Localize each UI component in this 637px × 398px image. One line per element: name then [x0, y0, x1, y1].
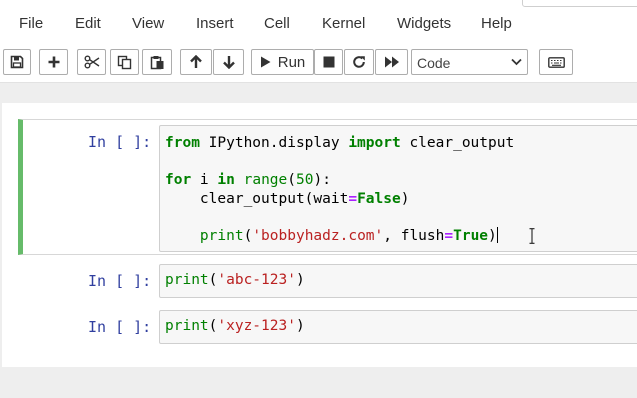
code-token: False	[357, 190, 401, 207]
plus-icon	[48, 56, 59, 68]
command-palette-button[interactable]	[539, 49, 573, 75]
move-cell-down-button[interactable]	[213, 49, 244, 75]
code-token: in	[217, 172, 235, 188]
code-text: from IPython.display import clear_output…	[165, 134, 514, 245]
run-label: Run	[277, 53, 306, 71]
save-icon	[10, 55, 24, 69]
fast-forward-icon	[384, 56, 399, 68]
code-token: =	[444, 227, 454, 244]
code-token: 'xyz-123'	[217, 318, 296, 334]
restart-icon	[353, 56, 365, 68]
code-token: , flush	[383, 227, 445, 244]
restart-run-all-button[interactable]	[375, 49, 408, 75]
code-token: clear_output	[400, 135, 515, 151]
play-icon	[260, 56, 271, 68]
notebook-container: In [ ]: from IPython.display import clea…	[2, 103, 637, 367]
run-button[interactable]: Run	[251, 49, 314, 75]
input-prompt: In [ ]:	[88, 318, 152, 336]
menu-widgets[interactable]: Widgets	[397, 15, 451, 32]
menu-help[interactable]: Help	[481, 15, 512, 32]
menu-file[interactable]: File	[19, 15, 43, 32]
code-token: print	[199, 227, 244, 244]
code-token: ):	[313, 172, 331, 188]
code-token: )	[400, 190, 410, 207]
code-token: clear_output(wait	[165, 190, 349, 207]
menu-edit[interactable]: Edit	[75, 15, 101, 32]
code-token: print	[165, 318, 209, 334]
stop-icon	[323, 56, 334, 68]
insert-cell-button[interactable]	[39, 49, 68, 75]
save-button[interactable]	[3, 49, 31, 75]
interrupt-kernel-button[interactable]	[314, 49, 343, 75]
input-prompt: In [ ]:	[88, 133, 152, 151]
paste-icon	[150, 55, 163, 69]
code-token: )	[295, 272, 305, 288]
code-token: )	[295, 318, 305, 334]
code-token: =	[348, 190, 358, 207]
copy-button[interactable]	[110, 49, 139, 75]
code-editor[interactable]: from IPython.display import clear_output…	[159, 125, 637, 252]
code-token: range	[243, 172, 288, 188]
code-cell-2[interactable]: In [ ]: print('abc-123')	[23, 262, 637, 302]
scissors-icon	[84, 55, 99, 69]
menu-kernel[interactable]: Kernel	[322, 15, 365, 32]
restart-kernel-button[interactable]	[344, 49, 374, 75]
code-token: 50	[296, 172, 314, 188]
code-editor[interactable]: print('xyz-123')	[159, 310, 637, 344]
code-editor[interactable]: print('abc-123')	[159, 264, 637, 298]
keyboard-icon	[547, 56, 565, 68]
code-cell-1[interactable]: In [ ]: from IPython.display import clea…	[18, 119, 637, 255]
toolbar: Run	[0, 47, 637, 81]
code-token: )	[488, 227, 497, 244]
code-token: (	[243, 227, 253, 244]
code-token: (	[287, 172, 296, 188]
input-prompt: In [ ]:	[88, 272, 152, 290]
copy-icon	[117, 55, 132, 69]
cut-button[interactable]	[77, 49, 106, 75]
code-token: i	[191, 172, 218, 188]
cell-type-value: Code	[417, 55, 451, 71]
code-token: from	[165, 135, 200, 151]
notebook-header: File Edit View Insert Cell Kernel Widget…	[0, 0, 637, 83]
menu-insert[interactable]: Insert	[196, 15, 234, 32]
code-text: print('abc-123')	[165, 271, 305, 290]
code-token: True	[453, 227, 489, 244]
arrow-up-icon	[190, 55, 202, 68]
code-token: for	[165, 172, 192, 188]
menu-view[interactable]: View	[132, 15, 164, 32]
code-cell-3[interactable]: In [ ]: print('xyz-123')	[23, 308, 637, 348]
code-token: print	[165, 272, 209, 288]
code-token: IPython.display	[199, 135, 349, 151]
arrow-down-icon	[222, 56, 235, 69]
menu-cell[interactable]: Cell	[264, 15, 290, 32]
code-text: print('xyz-123')	[165, 317, 305, 336]
code-token: import	[348, 135, 401, 151]
menubar: File Edit View Insert Cell Kernel Widget…	[0, 0, 637, 46]
code-token: 'abc-123'	[217, 272, 296, 288]
paste-button[interactable]	[142, 49, 172, 75]
text-cursor-icon	[529, 228, 535, 244]
chevron-down-icon	[511, 58, 522, 66]
code-token: 'bobbyhadz.com'	[252, 227, 384, 244]
move-cell-up-button[interactable]	[180, 49, 212, 75]
text-caret	[496, 226, 498, 243]
cell-type-select[interactable]: Code	[411, 49, 528, 75]
